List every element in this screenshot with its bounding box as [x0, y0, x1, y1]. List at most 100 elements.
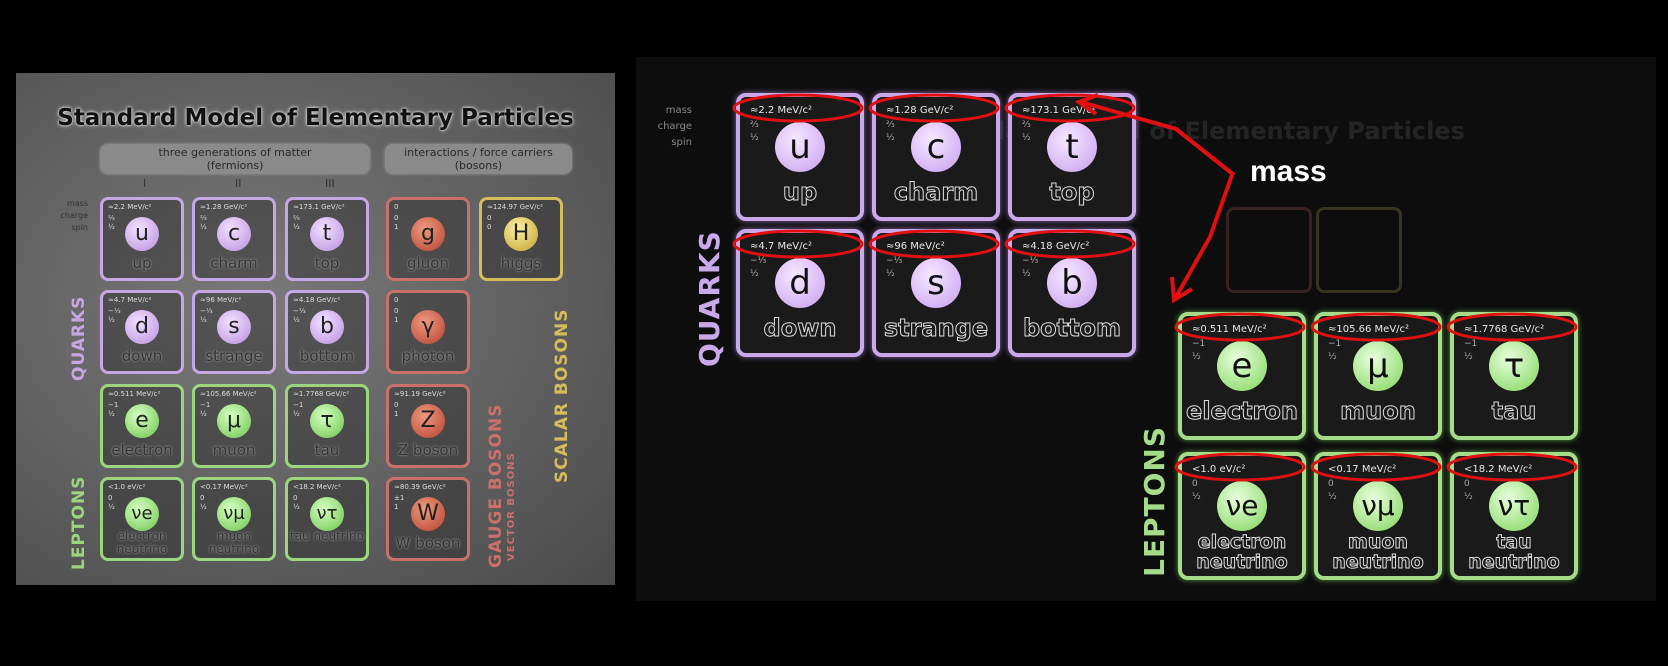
- mass-value: ≈80.39 GeV/c²: [394, 483, 446, 491]
- mass-value: ≈1.7768 GeV/c²: [293, 390, 350, 398]
- charge-value: 0: [394, 401, 399, 409]
- mass-value: 0: [394, 203, 399, 211]
- particle-cell-down: ≈4.7 MeV/c² −⅓ ½ d down: [100, 290, 184, 374]
- particle-symbol: γ: [411, 310, 445, 344]
- gauge-bosons-label: GAUGE BOSONS: [486, 403, 506, 568]
- mass-highlight-ring: [868, 229, 1000, 259]
- mass-highlight-ring: [1004, 229, 1136, 259]
- standard-model-chart: Standard Model of Elementary Particles t…: [16, 73, 615, 585]
- particle-name: electron: [111, 441, 173, 459]
- particle-cell-tau-neutrino: <18.2 MeV/c² 0 ½ ντ tau neutrino: [285, 477, 369, 561]
- particle-name: up: [132, 254, 152, 272]
- mass-value: ≈173.1 GeV/c²: [293, 203, 345, 211]
- particle-cell-gluon: 0 0 1 g gluon: [386, 197, 470, 281]
- particle-symbol: b: [310, 310, 344, 344]
- particle-name: gluon: [407, 254, 449, 272]
- mass-value: ≈91.19 GeV/c²: [394, 390, 446, 398]
- spin-value: ½: [293, 503, 300, 511]
- particle-symbol: ντ: [310, 497, 344, 531]
- mass-highlight-ring: [868, 93, 1000, 123]
- spin-value: ½: [293, 223, 300, 231]
- charge-spin-values: 0½: [293, 494, 300, 512]
- particle-symbol: τ: [310, 404, 344, 438]
- particle-symbol: t: [310, 217, 344, 251]
- charge-value: −⅓: [108, 307, 121, 315]
- mass-value: ≈0.511 MeV/c²: [108, 390, 161, 398]
- mass-highlight-ring: [1446, 452, 1578, 482]
- particle-name: photon: [401, 347, 455, 365]
- particle-symbol: νμ: [217, 497, 251, 531]
- spin-value: ½: [200, 410, 207, 418]
- particle-cell-bottom: ≈4.18 GeV/c² −⅓ ½ b bottom: [285, 290, 369, 374]
- mass-value: ≈2.2 MeV/c²: [108, 203, 152, 211]
- mass-annotation: mass: [732, 93, 1578, 482]
- quarks-label: QUARKS: [69, 295, 89, 381]
- charge-value: 0: [108, 494, 113, 502]
- particle-symbol: νe: [125, 497, 159, 531]
- spin-value: ½: [293, 316, 300, 324]
- charge-spin-values: 01: [394, 307, 398, 325]
- mass-value: ≈124.97 GeV/c²: [487, 203, 544, 211]
- mass-highlight-ring: [1310, 312, 1442, 342]
- particle-cell-higgs: ≈124.97 GeV/c² 0 0 Hhiggs: [479, 197, 563, 281]
- spin-value: ½: [200, 503, 207, 511]
- particle-name: Z boson: [397, 441, 459, 459]
- chart-title: Standard Model of Elementary Particles: [57, 105, 574, 131]
- particle-cell-charm: ≈1.28 GeV/c² ⅔ ½ c charm: [192, 197, 276, 281]
- mass-highlight-ring: [732, 229, 864, 259]
- particle-symbol: c: [217, 217, 251, 251]
- particle-name: muon: [212, 441, 256, 459]
- annotation-arrow: [1080, 100, 1236, 177]
- mass-value: <1.0 eV/c²: [108, 483, 146, 491]
- spin-value: ½: [108, 503, 115, 511]
- charge-spin-values: −1 ½: [108, 401, 118, 419]
- charge-spin-values: ⅔½: [293, 214, 300, 232]
- charge-value: −⅓: [200, 307, 213, 315]
- charge-spin-values: 0½: [108, 494, 115, 512]
- particle-symbol: e: [125, 404, 159, 438]
- particle-cell-tau: ≈1.7768 GeV/c² −1 ½ τ tau: [285, 384, 369, 468]
- charge-value: 0: [200, 494, 205, 502]
- scalar-bosons-label: SCALAR BOSONS: [552, 308, 572, 483]
- particle-symbol: W: [411, 497, 445, 531]
- mass-highlight-rings: [732, 93, 1578, 482]
- particle-cell-up: ≈2.2 MeV/c² ⅔ ½ u up: [100, 197, 184, 281]
- spin-value: ½: [108, 316, 115, 324]
- particle-name: higgs: [500, 254, 542, 272]
- charge-value: −⅓: [293, 307, 306, 315]
- mass-highlight-ring: [1310, 452, 1442, 482]
- leptons-label: LEPTONS: [69, 475, 89, 570]
- mass-highlight-ring: [1446, 312, 1578, 342]
- charge-spin-values: ⅔½: [200, 214, 207, 232]
- charge-spin-values: −1 ½: [293, 401, 303, 419]
- particle-cell-Z-boson: ≈91.19 GeV/c² 0 1 Z Z boson: [386, 384, 470, 468]
- mass-highlight-ring: [1004, 93, 1136, 123]
- particle-cell-photon: 0 0 1 γ photon: [386, 290, 470, 374]
- mass-highlight-ring: [1174, 312, 1306, 342]
- charge-value: 0: [487, 214, 492, 222]
- charge-value: ⅔: [293, 214, 300, 222]
- charge-spin-values: −⅓ ½: [293, 307, 306, 325]
- spin-value: ½: [108, 223, 115, 231]
- row-label-charge: charge: [60, 211, 88, 220]
- particle-name: tau: [314, 441, 340, 459]
- particle-cell-electron: ≈0.511 MeV/c² −1 ½ e electron: [100, 384, 184, 468]
- charge-spin-values: −⅓ ½: [200, 307, 213, 325]
- mass-highlight-ring: [1174, 452, 1306, 482]
- vector-bosons-label: VECTOR BOSONS: [506, 452, 517, 561]
- particle-name: bottom: [299, 347, 355, 365]
- mass-value: ≈96 MeV/c²: [200, 296, 242, 304]
- particle-name: top: [314, 254, 340, 272]
- particle-symbol: g: [411, 217, 445, 251]
- spin-value: 1: [394, 223, 399, 231]
- annotation-arrow: [1174, 174, 1234, 298]
- generation-label: II: [235, 177, 242, 190]
- particle-name: W boson: [395, 534, 461, 552]
- bosons-header: interactions / force carriers (bosons): [385, 144, 572, 174]
- particle-symbol: Z: [411, 404, 445, 438]
- zoomed-chart: Standard Model of Elementary Particles m…: [636, 57, 1656, 601]
- charge-spin-values: ±1 1: [394, 494, 404, 512]
- particle-name: tau neutrino: [290, 529, 364, 543]
- mass-value: 0: [394, 296, 399, 304]
- charge-value: 0: [293, 494, 298, 502]
